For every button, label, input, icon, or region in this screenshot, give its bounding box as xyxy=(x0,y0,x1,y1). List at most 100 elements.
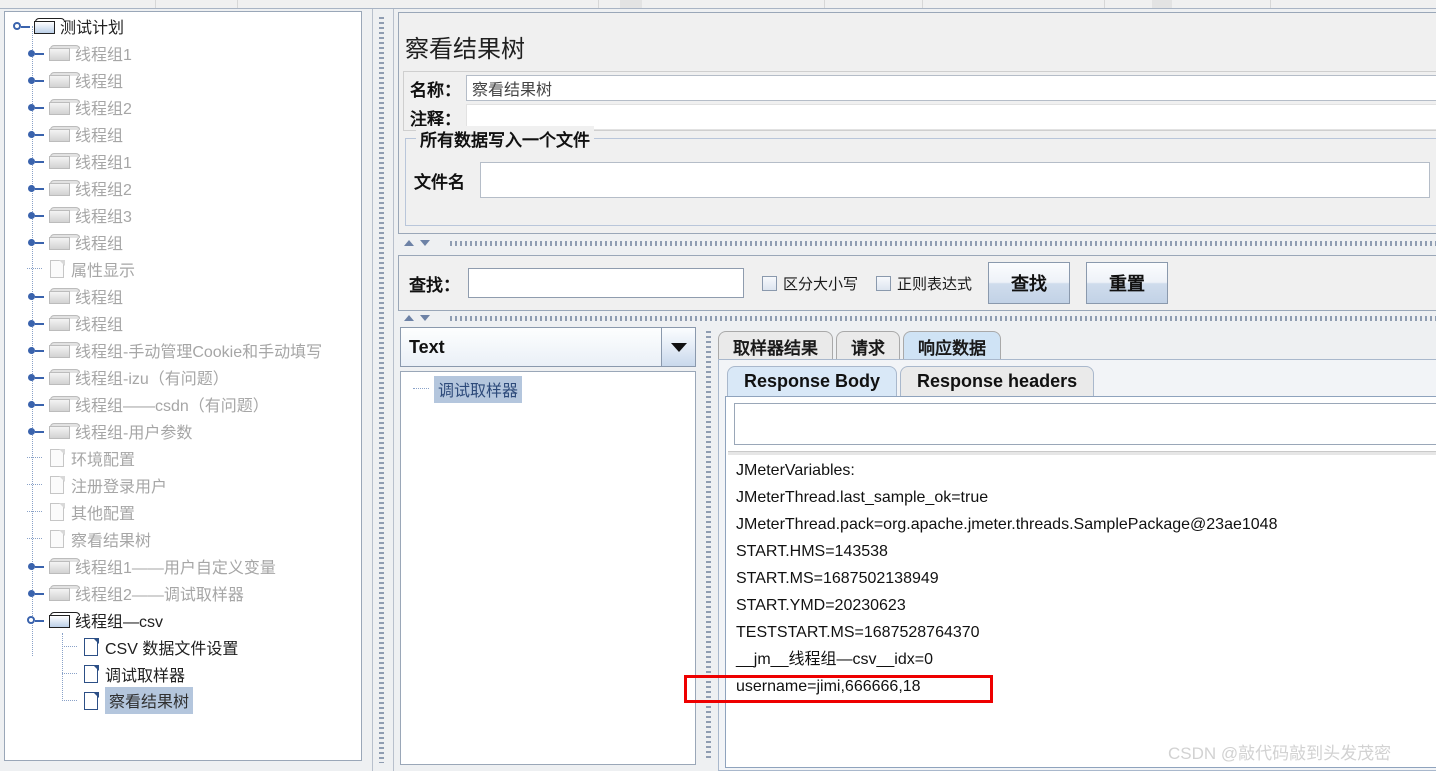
tree-item[interactable]: 调试取样器 xyxy=(5,660,361,687)
page-title: 察看结果树 xyxy=(405,36,525,63)
response-body-text[interactable]: JMeterVariables: JMeterThread.last_sample… xyxy=(736,457,1436,765)
tree-item[interactable]: 线程组 xyxy=(5,228,361,255)
comment-input[interactable] xyxy=(466,104,1436,130)
results-vertical-splitter[interactable] xyxy=(700,325,718,767)
tree-item[interactable]: 线程组 xyxy=(5,309,361,336)
tree-item[interactable]: 线程组-用户参数 xyxy=(5,417,361,444)
tree-expand-handle[interactable] xyxy=(27,71,45,89)
tree-expand-handle-open[interactable] xyxy=(27,611,45,629)
tree-item[interactable]: 线程组——csdn（有问题） xyxy=(5,390,361,417)
tree-expand-handle[interactable] xyxy=(27,44,45,62)
tree-expand-handle[interactable] xyxy=(27,557,45,575)
tree-expand-handle[interactable] xyxy=(27,584,45,602)
inner-tab-inactive[interactable]: Response headers xyxy=(900,366,1095,396)
renderer-combo[interactable]: Text xyxy=(400,327,696,367)
folder-icon xyxy=(49,206,80,223)
response-body-search-input[interactable] xyxy=(734,403,1436,445)
tree-expand-handle-open[interactable] xyxy=(13,17,31,35)
tree-item[interactable]: CSV 数据文件设置 xyxy=(5,633,361,660)
write-all-data-group: 所有数据写入一个文件 文件名 xyxy=(405,126,1436,226)
tree-expand-handle[interactable] xyxy=(27,206,45,224)
splitter-edge xyxy=(372,9,373,771)
test-plan-tree-panel: 测试计划 线程组1 线程组 线程组2 线程组 线程组1 线程组2 线程组3 线程组 属性显示 线程组… xyxy=(0,9,372,771)
tree-item-test-plan[interactable]: 测试计划 xyxy=(5,12,361,39)
search-input[interactable] xyxy=(468,268,744,298)
tree-expand-handle[interactable] xyxy=(27,125,45,143)
folder-icon xyxy=(49,557,80,574)
config-search-splitter[interactable] xyxy=(398,237,1436,249)
tree-expand-handle[interactable] xyxy=(27,98,45,116)
tree-item[interactable]: 线程组2 xyxy=(5,174,361,201)
tree-item-label: 线程组 xyxy=(75,316,124,334)
tree-item[interactable]: 线程组 xyxy=(5,120,361,147)
tree-item[interactable]: 察看结果树 xyxy=(5,525,361,552)
chevron-down-icon[interactable] xyxy=(420,240,430,246)
tree-main-splitter[interactable] xyxy=(372,9,394,771)
filename-input[interactable] xyxy=(480,162,1430,198)
tree-item-label: 其他配置 xyxy=(71,505,136,523)
tree-item[interactable]: 线程组 xyxy=(5,66,361,93)
tree-item[interactable]: 线程组1 xyxy=(5,39,361,66)
tree-item[interactable]: 线程组-手动管理Cookie和手动填写 xyxy=(5,336,361,363)
tree-expand-handle[interactable] xyxy=(27,314,45,332)
case-sensitive-checkbox[interactable] xyxy=(762,275,777,291)
tree-item[interactable]: 环境配置 xyxy=(5,444,361,471)
tree-item[interactable]: 其他配置 xyxy=(5,498,361,525)
tree-item[interactable]: 注册登录用户 xyxy=(5,471,361,498)
results-right-pane: 取样器结果 请求 响应数据 Response Body Response header… xyxy=(718,325,1436,771)
tab-inactive[interactable]: 请求 xyxy=(836,331,900,361)
tree-item[interactable]: 线程组2 xyxy=(5,93,361,120)
search-results-splitter[interactable] xyxy=(398,312,1436,324)
find-button[interactable]: 查找 xyxy=(988,262,1071,304)
splitter-arrows[interactable] xyxy=(404,238,448,248)
inner-tab-active[interactable]: Response Body xyxy=(727,366,898,396)
sampler-result-label[interactable]: 调试取样器 xyxy=(434,375,523,403)
renderer-combo-value[interactable]: Text xyxy=(400,327,662,367)
regex-checkbox-wrap[interactable]: 正则表达式 xyxy=(876,273,972,294)
case-sensitive-checkbox-wrap[interactable]: 区分大小写 xyxy=(762,273,858,294)
tree-expand-handle[interactable] xyxy=(27,422,45,440)
tree-item[interactable]: 线程组1——用户自定义变量 xyxy=(5,552,361,579)
tree-item[interactable]: 线程组3 xyxy=(5,201,361,228)
tree-expand-handle[interactable] xyxy=(27,179,45,197)
folder-icon xyxy=(49,71,80,88)
list-item[interactable]: 调试取样器 xyxy=(401,375,695,403)
tree-item[interactable]: 察看结果树 xyxy=(5,687,361,714)
chevron-up-icon[interactable] xyxy=(404,315,414,321)
splitter-arrows[interactable] xyxy=(404,313,448,323)
tree-expand-handle[interactable] xyxy=(27,341,45,359)
toolbar-button[interactable] xyxy=(620,0,642,8)
page-icon xyxy=(49,502,66,522)
tree-item-label: 注册登录用户 xyxy=(71,478,168,496)
tree-expand-handle[interactable] xyxy=(27,233,45,251)
tree-expand-handle[interactable] xyxy=(27,152,45,170)
chevron-down-icon[interactable] xyxy=(420,315,430,321)
name-input[interactable]: 察看结果树 xyxy=(466,75,1436,101)
tree-item-label: 线程组 xyxy=(75,73,124,91)
reset-button[interactable]: 重置 xyxy=(1086,262,1169,304)
tree-item[interactable]: 线程组1 xyxy=(5,147,361,174)
tree-item-label: 线程组-用户参数 xyxy=(75,424,193,442)
tree-expand-handle[interactable] xyxy=(27,368,45,386)
tree-item[interactable]: 线程组2——调试取样器 xyxy=(5,579,361,606)
test-plan-tree[interactable]: 测试计划 线程组1 线程组 线程组2 线程组 线程组1 线程组2 线程组3 线程组 属性显示 线程组… xyxy=(4,11,362,761)
tab-inactive[interactable]: 取样器结果 xyxy=(718,331,833,361)
tree-item[interactable]: 线程组—csv xyxy=(5,606,361,633)
tree-dash-icon xyxy=(27,537,42,540)
regex-checkbox[interactable] xyxy=(876,275,892,291)
toolbar-button[interactable] xyxy=(1152,0,1172,8)
chevron-down-icon[interactable] xyxy=(662,327,696,367)
tree-item[interactable]: 属性显示 xyxy=(5,255,361,282)
sampler-results-tree[interactable]: 调试取样器 xyxy=(400,371,696,765)
chevron-up-icon[interactable] xyxy=(404,240,414,246)
tree-item[interactable]: 线程组 xyxy=(5,282,361,309)
name-comment-fields: 名称： 察看结果树 注释： xyxy=(403,71,1436,131)
tab-active[interactable]: 响应数据 xyxy=(903,331,1001,361)
tree-expand-handle[interactable] xyxy=(27,395,45,413)
tree-expand-handle[interactable] xyxy=(27,287,45,305)
tree-item-label: 调试取样器 xyxy=(105,667,186,685)
toolbar-separator xyxy=(1104,0,1105,8)
tree-item-label: 线程组 xyxy=(75,127,124,145)
tree-item[interactable]: 线程组-izu（有问题） xyxy=(5,363,361,390)
toolbar-separator xyxy=(824,0,825,8)
